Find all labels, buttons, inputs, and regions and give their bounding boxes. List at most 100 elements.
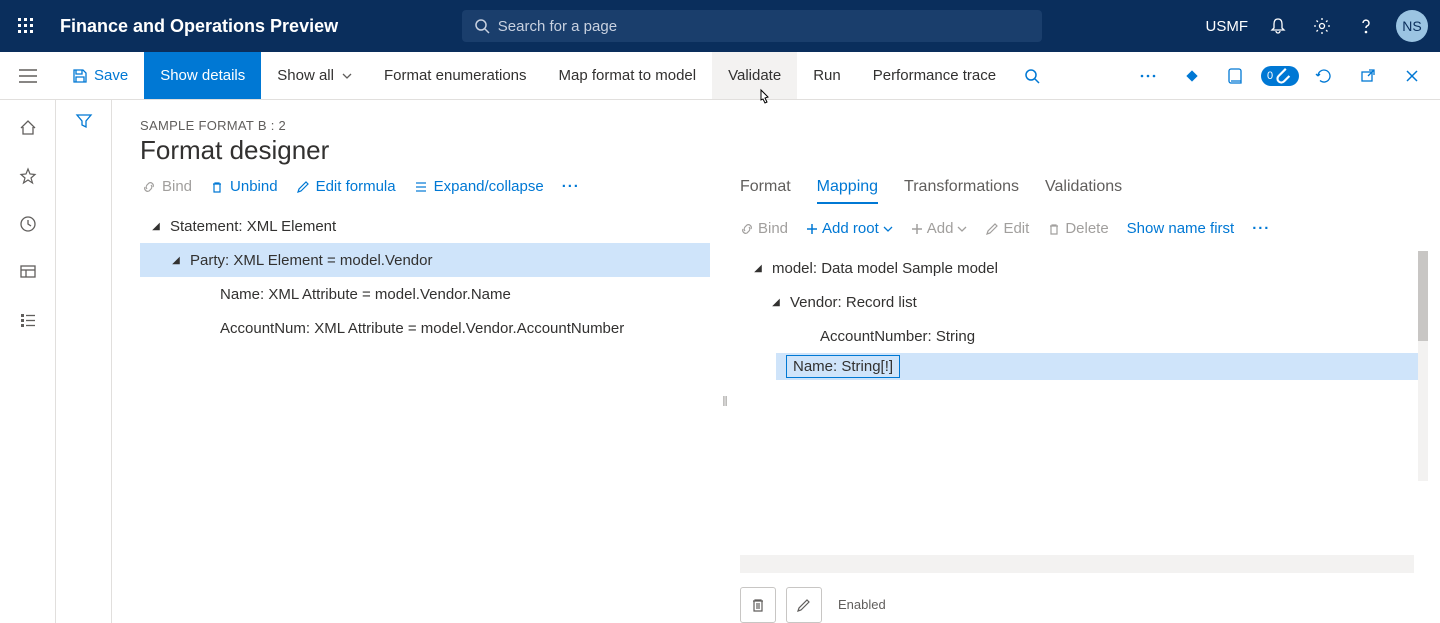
show-all-button[interactable]: Show all <box>261 52 368 99</box>
company-label[interactable]: USMF <box>1206 18 1249 35</box>
tree-node-name-selected[interactable]: Name: String[!] <box>776 353 1428 380</box>
tree-label: Name: String[!] <box>793 358 893 375</box>
run-button[interactable]: Run <box>797 52 857 99</box>
tree-node-accountnum[interactable]: AccountNum: XML Attribute = model.Vendor… <box>140 311 710 345</box>
trash-icon <box>750 597 766 613</box>
star-icon[interactable] <box>8 156 48 196</box>
add-button[interactable]: Add <box>911 220 968 237</box>
validate-label: Validate <box>728 67 781 84</box>
tab-validations[interactable]: Validations <box>1045 178 1122 204</box>
chevron-down-icon <box>342 73 352 79</box>
refresh-icon[interactable] <box>1304 52 1344 100</box>
run-label: Run <box>813 67 841 84</box>
bind-button[interactable]: Bind <box>142 178 192 195</box>
tree-node-accountnumber[interactable]: AccountNumber: String <box>740 319 1428 353</box>
tab-format[interactable]: Format <box>740 178 791 204</box>
add-root-label: Add root <box>822 220 879 237</box>
tree-label: Party: XML Element = model.Vendor <box>190 252 432 269</box>
more-right-button[interactable]: ··· <box>1252 220 1270 237</box>
app-title: Finance and Operations Preview <box>60 16 338 37</box>
more-left-button[interactable]: ··· <box>562 178 580 195</box>
attach-badge-icon[interactable]: 0 <box>1260 52 1300 100</box>
close-icon[interactable] <box>1392 52 1432 100</box>
diamond-icon[interactable] <box>1172 52 1212 100</box>
search-input[interactable] <box>498 18 1030 35</box>
enabled-label: Enabled <box>838 597 886 612</box>
list-icon <box>414 180 428 194</box>
tree-node-statement[interactable]: ◢Statement: XML Element <box>140 209 710 243</box>
save-label: Save <box>94 67 128 84</box>
nav-rail <box>0 100 56 623</box>
save-button[interactable]: Save <box>56 52 144 99</box>
validate-button[interactable]: Validate <box>712 52 797 99</box>
tree-node-vendor[interactable]: ◢Vendor: Record list <box>740 285 1428 319</box>
mapping-tree: ◢model: Data model Sample model ◢Vendor:… <box>740 251 1428 380</box>
performance-trace-button[interactable]: Performance trace <box>857 52 1012 99</box>
tree-node-model[interactable]: ◢model: Data model Sample model <box>740 251 1428 285</box>
right-toolbar: Bind Add root Add Edit Delete Show name … <box>740 220 1428 237</box>
tree-label: Statement: XML Element <box>170 218 336 235</box>
format-enumerations-button[interactable]: Format enumerations <box>368 52 543 99</box>
show-details-button[interactable]: Show details <box>144 52 261 99</box>
workspace-icon[interactable] <box>8 252 48 292</box>
gear-icon[interactable] <box>1308 12 1336 40</box>
global-search[interactable] <box>462 10 1042 42</box>
unbind-button[interactable]: Unbind <box>210 178 278 195</box>
tree-label: AccountNumber: String <box>820 328 975 345</box>
trash-icon <box>1047 222 1061 236</box>
tab-transformations[interactable]: Transformations <box>904 178 1019 204</box>
tab-mapping[interactable]: Mapping <box>817 178 878 204</box>
add-label: Add <box>927 220 954 237</box>
modules-icon[interactable] <box>8 300 48 340</box>
tree-label: AccountNum: XML Attribute = model.Vendor… <box>220 320 624 337</box>
home-icon[interactable] <box>8 108 48 148</box>
app-launcher-icon[interactable] <box>12 12 40 40</box>
search-command-icon[interactable] <box>1012 52 1052 100</box>
tree-label: model: Data model Sample model <box>772 260 998 277</box>
recent-icon[interactable] <box>8 204 48 244</box>
edit-formula-button[interactable]: Edit formula <box>296 178 396 195</box>
help-icon[interactable] <box>1352 12 1380 40</box>
bind-label: Bind <box>162 178 192 195</box>
plus-icon <box>911 223 923 235</box>
search-icon <box>474 18 490 34</box>
right-tabs: Format Mapping Transformations Validatio… <box>740 178 1428 204</box>
map-format-button[interactable]: Map format to model <box>543 52 713 99</box>
show-name-first-button[interactable]: Show name first <box>1127 220 1235 237</box>
bell-icon[interactable] <box>1264 12 1292 40</box>
pane-splitter[interactable]: ‖ <box>710 178 740 623</box>
filter-icon[interactable] <box>75 112 93 623</box>
breadcrumb: SAMPLE FORMAT B : 2 <box>140 118 1440 133</box>
edit-formula-label: Edit formula <box>316 178 396 195</box>
pencil-icon <box>985 222 999 236</box>
delete-label: Delete <box>1065 220 1108 237</box>
scrollbar-thumb[interactable] <box>1418 251 1428 341</box>
command-bar: Save Show details Show all Format enumer… <box>0 52 1440 100</box>
tree-node-party[interactable]: ◢Party: XML Element = model.Vendor <box>140 243 710 277</box>
show-details-label: Show details <box>160 67 245 84</box>
book-icon[interactable] <box>1216 52 1256 100</box>
add-root-button[interactable]: Add root <box>806 220 893 237</box>
user-avatar[interactable]: NS <box>1396 10 1428 42</box>
chevron-down-icon <box>883 226 893 232</box>
edit-button[interactable]: Edit <box>985 220 1029 237</box>
scrollbar[interactable] <box>1418 251 1428 481</box>
expand-collapse-button[interactable]: Expand/collapse <box>414 178 544 195</box>
edit-label: Edit <box>1003 220 1029 237</box>
delete-button[interactable]: Delete <box>1047 220 1108 237</box>
tree-node-name[interactable]: Name: XML Attribute = model.Vendor.Name <box>140 277 710 311</box>
divider-bar <box>740 555 1414 573</box>
pencil-icon <box>296 180 310 194</box>
hamburger-icon[interactable] <box>19 69 37 83</box>
popout-icon[interactable] <box>1348 52 1388 100</box>
bind-right-button[interactable]: Bind <box>740 220 788 237</box>
format-enum-label: Format enumerations <box>384 67 527 84</box>
chevron-down-icon <box>957 226 967 232</box>
badge-count: 0 <box>1267 70 1273 82</box>
edit-prop-button[interactable] <box>786 587 822 623</box>
filter-rail <box>56 100 112 623</box>
more-icon[interactable] <box>1128 52 1168 100</box>
bind-right-label: Bind <box>758 220 788 237</box>
delete-prop-button[interactable] <box>740 587 776 623</box>
plus-icon <box>806 223 818 235</box>
